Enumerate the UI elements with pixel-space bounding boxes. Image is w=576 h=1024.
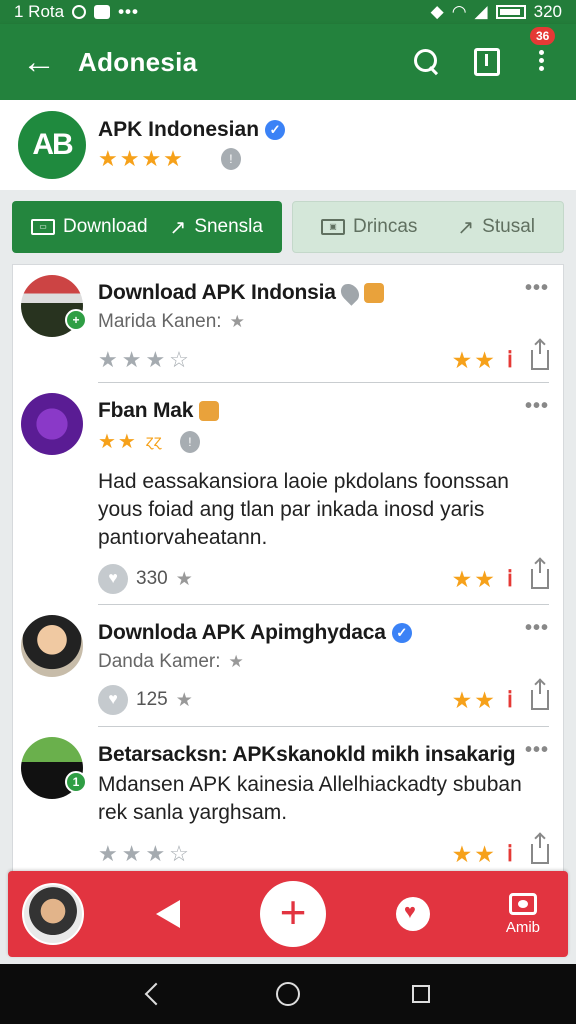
post-subtitle: Marida Kanen: ★ xyxy=(98,311,245,332)
post-title: Downloda APK Apimghydaca ✓ xyxy=(98,617,549,645)
tab-download[interactable]: ▭ Download ↗ Snensla xyxy=(12,201,282,253)
system-nav-bar xyxy=(0,964,576,1024)
record-button[interactable]: Amib xyxy=(505,892,540,936)
battery-value: 320 xyxy=(533,2,562,21)
more-options-icon[interactable]: ••• xyxy=(525,277,549,300)
back-arrow-icon[interactable]: ← xyxy=(0,45,78,79)
rating-mark: ⅰ xyxy=(506,566,513,591)
download-icon: ▭ xyxy=(31,219,56,235)
rating-stars: ★★ xyxy=(451,686,497,713)
nfc-icon: ◆ xyxy=(430,2,444,21)
post-subtitle: Danda Kamer: ★ xyxy=(98,651,244,672)
post-text: Mdansen APK kainesia Allelhiackadty sbub… xyxy=(98,773,522,824)
list-item[interactable]: + ••• Download APK Indonsia Marida Kanen… xyxy=(13,265,563,383)
battery-icon xyxy=(495,5,526,19)
like-count: 330 xyxy=(136,568,168,589)
post-title: Download APK Indonsia xyxy=(98,277,549,306)
tab-drincas-label: Drincas xyxy=(353,216,418,237)
nav-home-icon[interactable] xyxy=(276,982,300,1006)
share-arrow-icon: ↗ xyxy=(169,216,187,239)
clock-icon xyxy=(72,5,87,19)
rating-stars: ★★ xyxy=(451,840,497,867)
profile-avatar[interactable] xyxy=(22,883,84,945)
favorite-icon[interactable] xyxy=(396,897,430,931)
count-badge: 1 xyxy=(65,771,87,793)
bottom-action-bar: + Amib xyxy=(8,871,568,957)
share-arrow-icon: ↗ xyxy=(457,216,475,239)
status-dots: ••• xyxy=(118,2,139,21)
add-button[interactable]: + xyxy=(260,881,326,947)
gift-icon xyxy=(363,283,384,303)
shield-icon[interactable]: ! xyxy=(220,148,241,170)
shield-icon: ! xyxy=(179,430,200,453)
star-icon: ★ xyxy=(175,568,193,590)
review-feed[interactable]: + ••• Download APK Indonsia Marida Kanen… xyxy=(12,264,564,904)
image-icon: ▣ xyxy=(321,219,345,235)
post-title: Betarsacksn: APKskanokld mikh insakarig xyxy=(98,743,516,766)
heart-icon[interactable]: ♥ xyxy=(98,564,128,594)
rating-mark: ⅰ xyxy=(506,347,513,372)
nav-recents-icon[interactable] xyxy=(412,985,430,1003)
bookmark-icon[interactable] xyxy=(474,48,500,76)
tab-snensla-label: Snensla xyxy=(194,216,263,237)
rating-stars: ★★ xyxy=(451,565,497,592)
more-options-icon[interactable]: ••• xyxy=(525,395,549,418)
user-rating-stars[interactable]: ★★★☆ xyxy=(98,347,193,373)
overflow-menu-icon[interactable]: 36 xyxy=(530,27,556,77)
location-pin-icon xyxy=(336,280,363,306)
verified-icon: ✓ xyxy=(265,120,286,140)
post-text: Had eassakansiora laoie pkdolans foonssa… xyxy=(98,470,509,549)
user-rating-stars[interactable]: ★★★☆ xyxy=(98,841,193,867)
star-icon: ★ xyxy=(175,689,193,711)
share-icon[interactable] xyxy=(531,834,549,864)
search-icon[interactable] xyxy=(414,49,440,75)
carrier-label: 1 Rota xyxy=(14,2,65,21)
post-stars-line: ★★ ɀɀ ! xyxy=(98,429,549,454)
tab-download-label: Download xyxy=(63,216,148,237)
page-title: Adonesia xyxy=(78,46,198,77)
tab-drincas[interactable]: ▣ Drincas ↗ Stusal xyxy=(292,201,564,253)
more-options-icon[interactable]: ••• xyxy=(525,617,549,640)
avatar[interactable] xyxy=(21,615,83,677)
message-icon xyxy=(94,5,111,19)
avatar[interactable] xyxy=(21,393,83,455)
rating-mark: ⅰ xyxy=(506,687,513,712)
rating-stars: ★★ xyxy=(451,346,497,373)
star-icon: ★ xyxy=(228,652,244,671)
tab-stusal-label: Stusal xyxy=(482,216,535,237)
wifi-icon: ◠ xyxy=(451,2,467,21)
status-bar: 1 Rota ••• ◆ ◠ ◢ 320 xyxy=(0,0,576,24)
add-badge-icon: + xyxy=(65,309,87,331)
record-label: Amib xyxy=(505,918,540,936)
share-icon[interactable] xyxy=(531,340,549,370)
list-item[interactable]: ••• Downloda APK Apimghydaca ✓ Danda Kam… xyxy=(13,605,563,727)
star-icon: ★ xyxy=(229,312,245,331)
list-item[interactable]: ••• Fban Mak ★★ ɀɀ ! Had eassakansiora l… xyxy=(13,383,563,605)
app-name: APK Indonesian ✓ xyxy=(98,118,286,142)
share-icon[interactable] xyxy=(531,559,549,589)
app-logo: AB xyxy=(18,111,86,179)
nav-back-icon[interactable] xyxy=(146,984,164,1004)
app-bar: ← Adonesia 36 xyxy=(0,24,576,100)
post-title: Fban Mak xyxy=(98,395,549,423)
app-header: AB APK Indonesian ✓ ★★★★ ! xyxy=(0,100,576,190)
notification-badge: 36 xyxy=(530,27,556,45)
like-count: 125 xyxy=(136,689,168,710)
more-options-icon[interactable]: ••• xyxy=(525,739,549,762)
heart-icon[interactable]: ♥ xyxy=(98,685,128,715)
tab-row: ▭ Download ↗ Snensla ▣ Drincas ↗ Stusal xyxy=(12,201,564,253)
rating-mark: ⅰ xyxy=(506,841,513,866)
share-icon[interactable] xyxy=(531,680,549,710)
verified-icon: ✓ xyxy=(391,623,412,643)
camera-icon xyxy=(508,892,537,915)
app-rating-stars: ★★★★ xyxy=(98,146,185,171)
play-back-icon[interactable] xyxy=(156,900,180,928)
gift-icon xyxy=(199,401,220,421)
signal-icon: ◢ xyxy=(474,2,488,21)
